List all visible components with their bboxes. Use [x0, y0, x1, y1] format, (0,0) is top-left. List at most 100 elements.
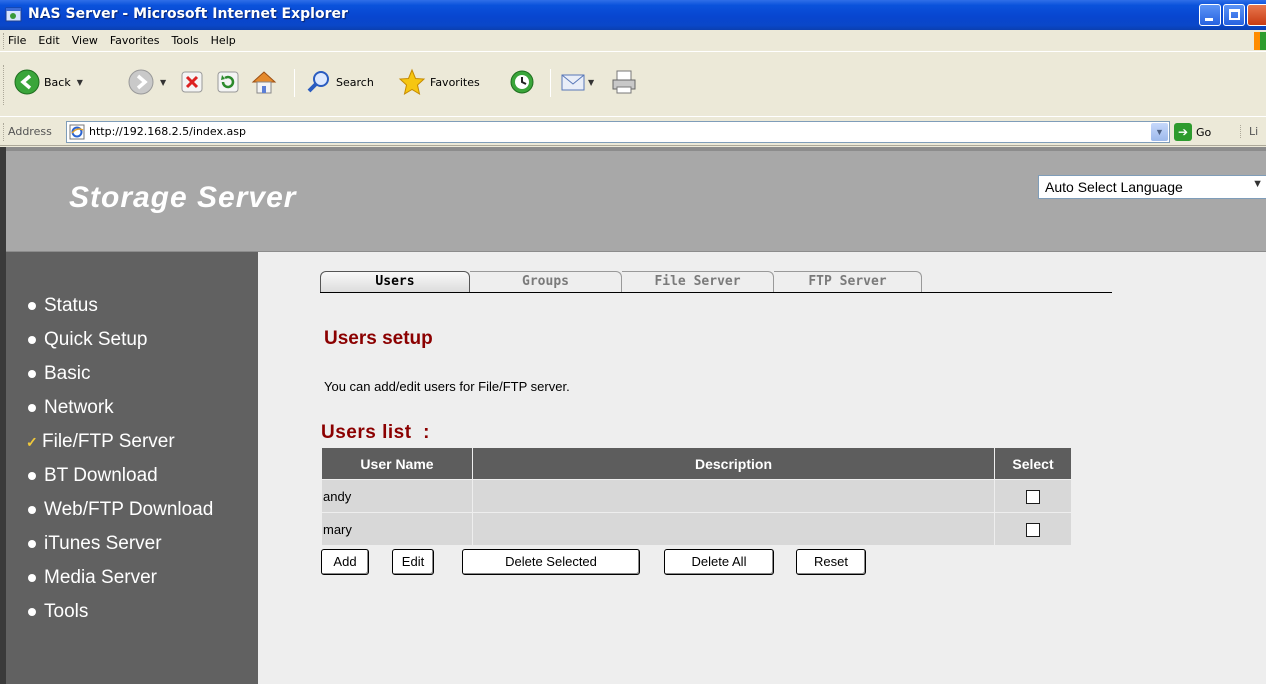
page-title: Users setup — [324, 328, 433, 349]
favorites-star-icon — [398, 68, 426, 96]
table-row: mary — [322, 513, 1071, 545]
menu-bar: File Edit View Favorites Tools Help — [0, 30, 1266, 52]
links-toolbar[interactable]: Li — [1240, 125, 1258, 138]
tab-bar: Users Groups File Server FTP Server — [320, 271, 1112, 293]
bullet-icon — [28, 540, 36, 548]
back-button[interactable]: Back ▼ — [14, 67, 83, 97]
address-bar: Address http://192.168.2.5/index.asp ▼ ➔… — [0, 118, 1266, 146]
mail-dropdown-icon[interactable]: ▼ — [588, 78, 594, 87]
menu-file[interactable]: File — [8, 34, 26, 47]
windows-logo-icon — [1254, 32, 1266, 50]
back-dropdown-icon[interactable]: ▼ — [77, 78, 83, 87]
language-selected-value: Auto Select Language — [1045, 179, 1183, 195]
window-title-bar[interactable]: NAS Server - Microsoft Internet Explorer — [0, 0, 1266, 30]
bullet-icon — [28, 608, 36, 616]
go-arrow-icon: ➔ — [1174, 123, 1192, 141]
sidebar-item-network[interactable]: Network — [28, 391, 213, 425]
sidebar-item-media-server[interactable]: Media Server — [28, 561, 213, 595]
sidebar-item-label: Network — [44, 397, 114, 418]
close-button[interactable] — [1247, 4, 1266, 26]
sidebar-item-quick-setup[interactable]: Quick Setup — [28, 323, 213, 357]
user-name-cell: mary — [322, 513, 472, 545]
favorites-button[interactable]: Favorites — [398, 67, 480, 97]
forward-button[interactable]: ▼ — [128, 67, 166, 97]
web-page: Storage Server Auto Select Language ▼ St… — [0, 147, 1266, 684]
select-checkbox[interactable] — [1026, 490, 1040, 505]
minimize-button[interactable] — [1199, 4, 1221, 26]
edit-button[interactable]: Edit — [392, 549, 434, 575]
sidebar-item-itunes-server[interactable]: iTunes Server — [28, 527, 213, 561]
tab-users[interactable]: Users — [320, 271, 470, 292]
delete-selected-button[interactable]: Delete Selected — [462, 549, 640, 575]
sidebar-item-bt-download[interactable]: BT Download — [28, 459, 213, 493]
sidebar-item-file-ftp-server[interactable]: ✓ File/FTP Server — [26, 425, 213, 459]
stop-button[interactable] — [180, 67, 204, 97]
go-button[interactable]: ➔ Go — [1174, 123, 1211, 141]
minimize-icon — [1205, 18, 1213, 21]
sidebar-item-basic[interactable]: Basic — [28, 357, 213, 391]
sidebar-item-label: File/FTP Server — [42, 431, 175, 452]
address-label: Address — [8, 125, 52, 138]
page-description: You can add/edit users for File/FTP serv… — [324, 379, 570, 394]
brand-title: Storage Server — [69, 181, 297, 214]
menu-grip[interactable] — [3, 33, 6, 49]
select-checkbox[interactable] — [1026, 523, 1040, 538]
bullet-icon — [28, 302, 36, 310]
restore-button[interactable] — [1223, 4, 1245, 26]
main-content: Users Groups File Server FTP Server User… — [258, 252, 1266, 684]
table-header-row: User Name Description Select — [322, 448, 1071, 479]
sidebar-item-status[interactable]: Status — [28, 289, 213, 323]
search-button[interactable]: Search — [306, 67, 374, 97]
users-list-title: Users list : — [321, 422, 430, 443]
add-button[interactable]: Add — [321, 549, 369, 575]
sidebar: Status Quick Setup Basic Network ✓ File/F… — [6, 252, 258, 684]
sidebar-item-label: Tools — [44, 601, 89, 622]
address-grip[interactable] — [3, 123, 6, 141]
favorites-label: Favorites — [430, 75, 480, 89]
address-input[interactable]: http://192.168.2.5/index.asp ▼ — [66, 121, 1170, 143]
user-description-cell — [473, 513, 994, 545]
sidebar-item-label: BT Download — [44, 465, 158, 486]
user-description-cell — [473, 480, 994, 512]
menu-edit[interactable]: Edit — [38, 34, 59, 47]
address-url: http://192.168.2.5/index.asp — [89, 125, 246, 138]
reset-button[interactable]: Reset — [796, 549, 866, 575]
history-button[interactable] — [508, 67, 536, 97]
bullet-icon — [28, 404, 36, 412]
bullet-icon — [28, 574, 36, 582]
forward-arrow-icon — [128, 69, 154, 95]
refresh-button[interactable] — [216, 67, 240, 97]
print-button[interactable] — [610, 67, 638, 97]
chevron-down-icon: ▼ — [1252, 178, 1263, 190]
tab-file-server[interactable]: File Server — [622, 271, 774, 292]
bullet-icon — [28, 336, 36, 344]
home-icon — [251, 71, 277, 94]
tab-ftp-server[interactable]: FTP Server — [774, 271, 922, 292]
delete-all-button[interactable]: Delete All — [664, 549, 774, 575]
menu-help[interactable]: Help — [211, 34, 236, 47]
tab-groups[interactable]: Groups — [470, 271, 622, 292]
search-icon — [307, 71, 329, 93]
sidebar-item-web-ftp-download[interactable]: Web/FTP Download — [28, 493, 213, 527]
restore-icon — [1229, 9, 1240, 20]
menu-tools[interactable]: Tools — [172, 34, 199, 47]
mail-button[interactable]: ▼ — [560, 67, 594, 97]
toolbar-separator — [294, 69, 295, 97]
sidebar-item-label: iTunes Server — [44, 533, 162, 554]
sidebar-item-label: Quick Setup — [44, 329, 148, 350]
mail-icon — [561, 74, 585, 91]
toolbar-separator — [550, 69, 551, 97]
bullet-icon — [28, 370, 36, 378]
bullet-icon — [28, 506, 36, 514]
table-row: andy — [322, 480, 1071, 512]
sidebar-item-tools[interactable]: Tools — [28, 595, 213, 629]
back-label: Back — [44, 75, 71, 89]
address-dropdown-icon[interactable]: ▼ — [1151, 123, 1168, 141]
menu-view[interactable]: View — [72, 34, 98, 47]
menu-favorites[interactable]: Favorites — [110, 34, 160, 47]
language-select[interactable]: Auto Select Language ▼ — [1038, 175, 1266, 199]
toolbar-grip[interactable] — [3, 65, 6, 105]
forward-dropdown-icon[interactable]: ▼ — [160, 78, 166, 87]
window-title: NAS Server - Microsoft Internet Explorer — [28, 6, 348, 22]
home-button[interactable] — [250, 67, 278, 97]
